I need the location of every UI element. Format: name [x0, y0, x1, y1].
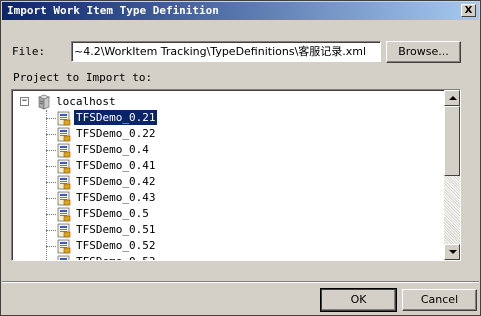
tree-item[interactable]: TFSDemo_0.5 — [46, 206, 246, 222]
root-label: localhost — [56, 95, 116, 108]
file-label: File: — [12, 45, 46, 58]
project-icon — [57, 223, 71, 238]
close-button[interactable]: X — [461, 4, 476, 17]
tree-item[interactable]: TFSDemo_0.52 — [46, 238, 246, 254]
vertical-scrollbar[interactable] — [444, 90, 460, 260]
scroll-down-button[interactable] — [444, 244, 460, 260]
collapse-icon[interactable]: − — [20, 97, 29, 106]
browse-button[interactable]: Browse... — [386, 41, 461, 63]
tree-item[interactable]: TFSDemo_0.42 — [46, 174, 246, 190]
tree-connector — [46, 246, 56, 247]
arrow-up-icon — [449, 96, 457, 100]
tree-item-label: TFSDemo_0.22 — [76, 127, 156, 140]
tree-item[interactable]: TFSDemo_0.43 — [46, 190, 246, 206]
tree-content: − localhost TFSDemo_0.21 TFSDemo_0.22 TFSD… — [12, 90, 444, 260]
title-bar: Import Work Item Type Definition X — [2, 2, 479, 20]
file-path-input[interactable]: ~4.2\WorkItem Tracking\TypeDefinitions\客… — [71, 41, 381, 62]
server-icon — [38, 94, 50, 110]
tree-item[interactable]: TFSDemo_0.53 — [46, 254, 246, 260]
project-icon — [57, 127, 71, 142]
project-icon — [57, 175, 71, 190]
cancel-button[interactable]: Cancel — [402, 289, 477, 311]
tree-item[interactable]: TFSDemo_0.21 — [46, 109, 246, 126]
tree-connector — [46, 214, 56, 215]
tree-item[interactable]: TFSDemo_0.51 — [46, 222, 246, 238]
project-label: Project to Import to: — [13, 71, 153, 84]
tree-item-label: TFSDemo_0.42 — [76, 175, 156, 188]
window-title: Import Work Item Type Definition — [7, 4, 219, 17]
ok-button[interactable]: OK — [320, 288, 397, 312]
tree-connector — [46, 166, 56, 167]
project-icon — [57, 207, 71, 222]
tree-item-label: TFSDemo_0.4 — [76, 143, 149, 156]
separator — [2, 281, 479, 283]
tree-item-label: TFSDemo_0.43 — [76, 191, 156, 204]
tree-connector — [46, 150, 56, 151]
close-icon: X — [464, 5, 473, 16]
scroll-up-button[interactable] — [444, 90, 460, 106]
tree-item[interactable]: TFSDemo_0.41 — [46, 158, 246, 174]
project-tree[interactable]: − localhost TFSDemo_0.21 TFSDemo_0.22 TFSD… — [11, 89, 461, 261]
tree-item[interactable]: TFSDemo_0.22 — [46, 126, 246, 142]
project-icon — [57, 239, 71, 254]
tree-connector — [46, 134, 56, 135]
project-icon — [57, 143, 71, 158]
tree-connector — [46, 230, 56, 231]
scroll-thumb[interactable] — [444, 106, 460, 176]
tree-connector — [46, 118, 56, 119]
tree-item-label: TFSDemo_0.52 — [76, 239, 156, 252]
tree-item-label: TFSDemo_0.51 — [76, 223, 156, 236]
project-icon — [57, 191, 71, 206]
tree-item-label: TFSDemo_0.5 — [76, 207, 149, 220]
tree-connector — [46, 182, 56, 183]
arrow-down-icon — [449, 250, 457, 254]
tree-item-label: TFSDemo_0.53 — [74, 254, 157, 260]
import-dialog: Import Work Item Type Definition X File:… — [0, 0, 481, 316]
tree-item-label: TFSDemo_0.41 — [76, 159, 156, 172]
tree-item-label: TFSDemo_0.21 — [72, 109, 159, 126]
project-icon — [57, 111, 71, 126]
tree-connector — [46, 198, 56, 199]
project-icon — [57, 159, 71, 174]
project-icon — [57, 255, 70, 260]
tree-item[interactable]: TFSDemo_0.4 — [46, 142, 246, 158]
